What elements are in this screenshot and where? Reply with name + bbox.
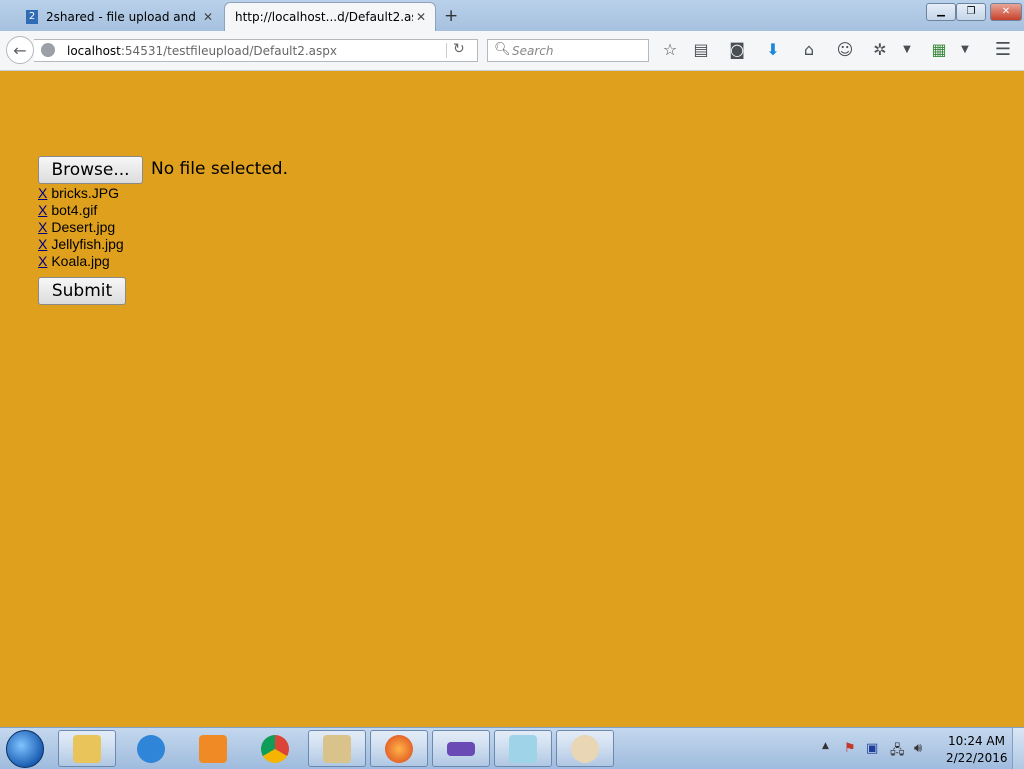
remove-file-link[interactable]: X	[38, 253, 47, 269]
emoji-icon[interactable]: ☺	[835, 40, 855, 60]
visual-studio-icon[interactable]	[432, 730, 490, 767]
search-placeholder: Search	[512, 44, 554, 58]
navigation-toolbar: ← localhost:54531/testfileupload/Default…	[0, 31, 1024, 71]
chrome-icon[interactable]	[246, 730, 304, 767]
file-status-text: No file selected.	[151, 159, 288, 179]
restore-button[interactable]: ❐	[956, 3, 986, 21]
clock-time[interactable]: 10:24 AM	[948, 734, 1005, 748]
system-tray: ▲ ⚑ ▣ 🖧︎ 🔊︎ 10:24 AM 2/22/2016	[820, 728, 1010, 769]
dropdown-icon[interactable]: ▼	[955, 40, 975, 60]
list-item: X Koala.jpg	[38, 253, 124, 270]
tab-label: http://localhost...d/Default2.aspx	[235, 10, 413, 24]
clock-date[interactable]: 2/22/2016	[946, 751, 1008, 765]
list-item: X Desert.jpg	[38, 219, 124, 236]
file-name: Desert.jpg	[51, 219, 116, 235]
remove-file-link[interactable]: X	[38, 219, 47, 235]
extension-icon[interactable]: ✲	[870, 40, 890, 60]
mail-icon[interactable]	[308, 730, 366, 767]
submit-button[interactable]: Submit	[38, 277, 126, 305]
remove-file-link[interactable]: X	[38, 185, 47, 201]
2shared-favicon-icon: 2	[26, 9, 38, 24]
new-tab-button[interactable]: +	[444, 6, 458, 26]
close-icon[interactable]: ✕	[413, 10, 429, 24]
url-text[interactable]: localhost:54531/testfileupload/Default2.…	[67, 44, 337, 58]
notepad-icon[interactable]	[494, 730, 552, 767]
list-item: Xbricks.JPG	[38, 185, 124, 202]
close-icon[interactable]: ✕	[200, 10, 216, 24]
browse-button[interactable]: Browse...	[38, 156, 143, 184]
show-hidden-icons-icon[interactable]: ▲	[822, 741, 829, 751]
file-name: Jellyfish.jpg	[51, 236, 124, 252]
pocket-icon[interactable]: ◙	[727, 40, 747, 60]
file-name: bot4.gif	[51, 202, 98, 218]
url-bar[interactable]: localhost:54531/testfileupload/Default2.…	[34, 39, 478, 62]
minimize-button[interactable]: ▁	[926, 3, 956, 21]
close-window-button[interactable]: ✕	[990, 3, 1022, 21]
file-explorer-icon[interactable]	[58, 730, 116, 767]
media-player-icon[interactable]	[184, 730, 242, 767]
show-desktop-button[interactable]	[1012, 728, 1024, 769]
bookmark-star-icon[interactable]: ☆	[660, 40, 680, 60]
uploaded-file-list: Xbricks.JPG Xbot4.gif X Desert.jpg X Jelly…	[38, 185, 124, 270]
globe-icon	[41, 43, 55, 57]
home-icon[interactable]: ⌂	[799, 40, 819, 60]
paint-icon[interactable]	[556, 730, 614, 767]
network-icon[interactable]: 🖧︎	[890, 741, 905, 763]
reading-list-icon[interactable]: ▤	[691, 40, 711, 60]
tab-2shared[interactable]: 2 2shared - file upload and s... ✕	[20, 2, 222, 31]
browser-titlebar: 2 2shared - file upload and s... ✕ http:…	[0, 0, 1024, 31]
language-flag-icon[interactable]: ▣	[866, 741, 878, 756]
reload-icon[interactable]: ↻	[453, 41, 465, 57]
volume-icon[interactable]: 🔊︎	[914, 741, 922, 756]
list-item: X Jellyfish.jpg	[38, 236, 124, 253]
addon-icon[interactable]: ▦	[929, 40, 949, 60]
file-name: bricks.JPG	[51, 185, 120, 201]
internet-explorer-icon[interactable]	[122, 730, 180, 767]
list-item: Xbot4.gif	[38, 202, 124, 219]
windows-taskbar: ▲ ⚑ ▣ 🖧︎ 🔊︎ 10:24 AM 2/22/2016	[0, 727, 1024, 769]
search-icon: 🔍︎	[494, 42, 511, 57]
arrow-left-icon: ←	[13, 40, 27, 60]
remove-file-link[interactable]: X	[38, 236, 47, 252]
start-button[interactable]	[6, 730, 44, 768]
url-divider	[446, 43, 447, 58]
page-content: Browse... No file selected. Xbricks.JPG …	[0, 71, 1024, 727]
remove-file-link[interactable]: X	[38, 202, 47, 218]
url-host: localhost	[67, 44, 121, 58]
tab-label: 2shared - file upload and s...	[46, 9, 200, 24]
action-center-flag-icon[interactable]: ⚑	[844, 741, 856, 756]
dropdown-icon[interactable]: ▼	[897, 40, 917, 60]
back-button[interactable]: ←	[6, 36, 34, 64]
downloads-icon[interactable]: ⬇	[763, 40, 783, 60]
file-name: Koala.jpg	[51, 253, 110, 269]
tab-localhost[interactable]: http://localhost...d/Default2.aspx ✕	[224, 2, 436, 31]
search-input[interactable]: 🔍︎ Search	[487, 39, 649, 62]
url-path: :54531/testfileupload/Default2.aspx	[120, 44, 337, 58]
menu-icon[interactable]: ☰	[993, 40, 1013, 60]
firefox-icon[interactable]	[370, 730, 428, 767]
